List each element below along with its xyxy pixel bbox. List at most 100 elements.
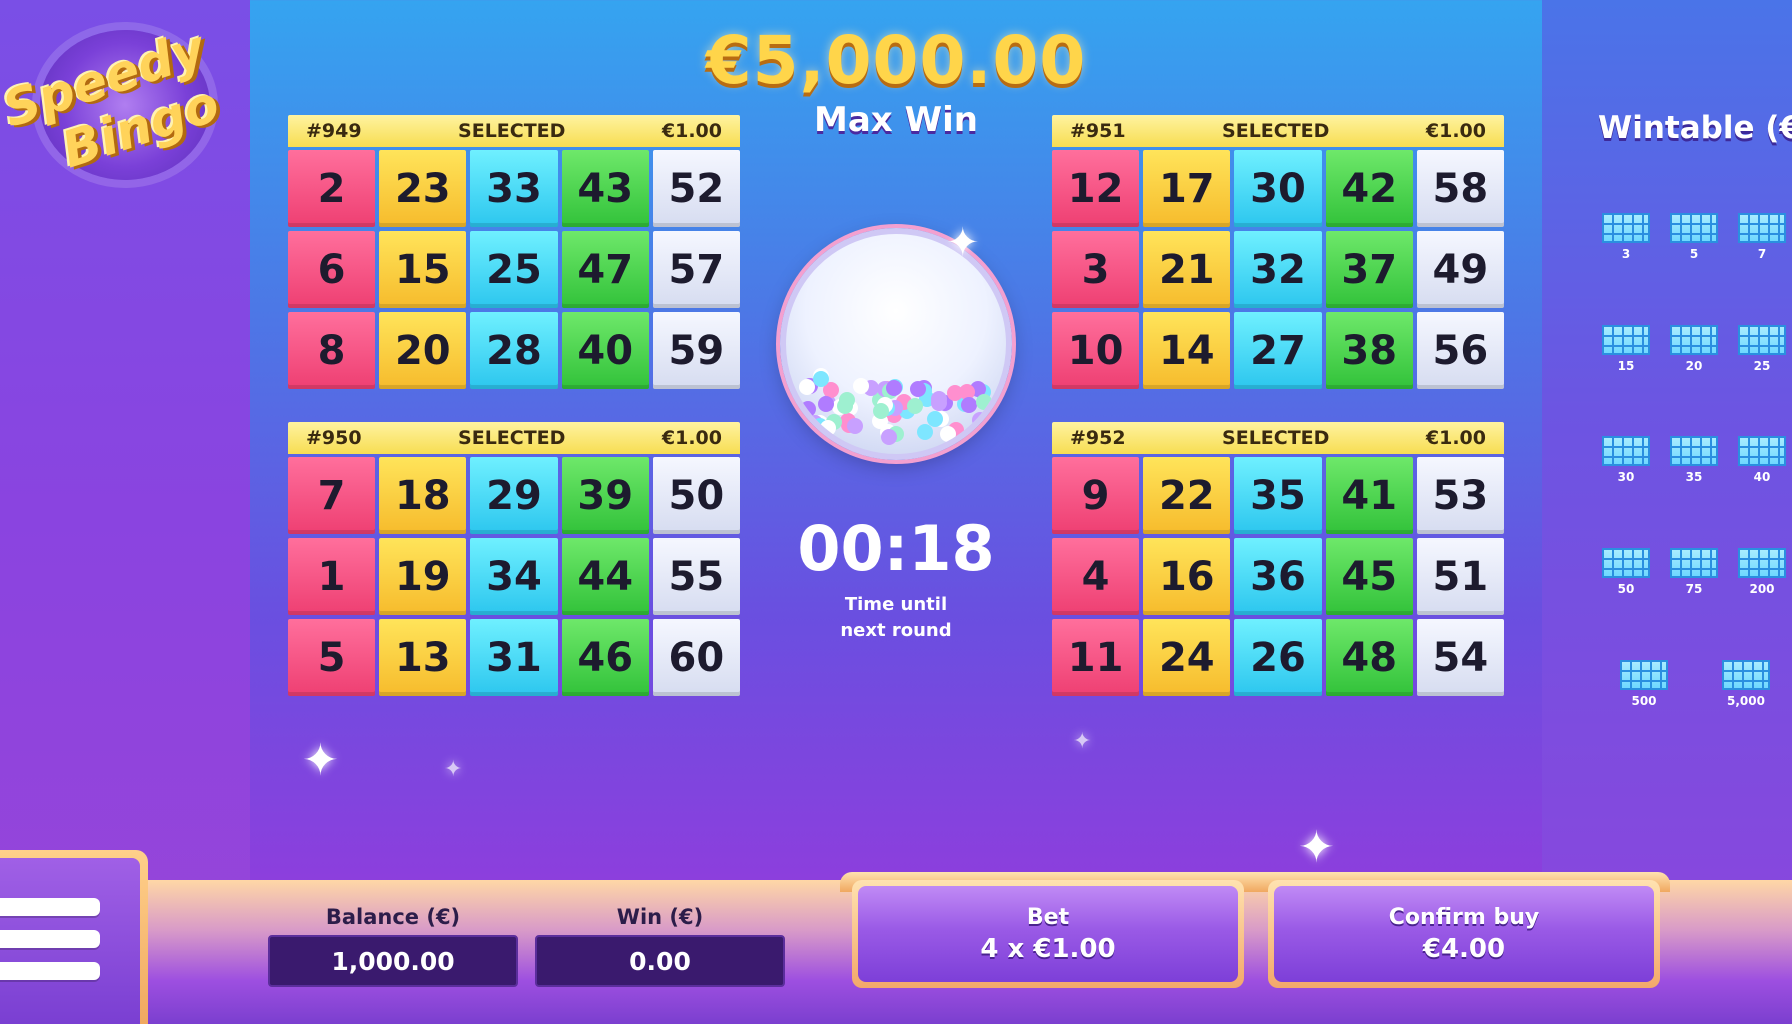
bingo-number-cell: 28 bbox=[470, 312, 558, 389]
bingo-ball bbox=[906, 398, 923, 415]
bingo-number-cell: 42 bbox=[1325, 150, 1413, 227]
bingo-number-cell: 33 bbox=[470, 150, 558, 227]
max-win-amount: €5,000.00 bbox=[705, 22, 1087, 99]
bingo-ball bbox=[880, 429, 897, 446]
pattern-icon bbox=[1670, 325, 1718, 355]
bingo-number-cell: 13 bbox=[379, 619, 467, 696]
balance-label: Balance (€) bbox=[325, 905, 461, 929]
bingo-number-cell: 58 bbox=[1416, 150, 1504, 227]
timer-label-line2: next round bbox=[840, 620, 952, 641]
bingo-number-cell: 47 bbox=[561, 231, 649, 308]
pattern-icon bbox=[1722, 660, 1770, 690]
pattern-icon bbox=[1670, 548, 1718, 578]
pattern-icon bbox=[1738, 325, 1786, 355]
balance-value: 1,000.00 bbox=[268, 935, 518, 987]
bingo-number-cell: 60 bbox=[652, 619, 740, 696]
pattern-icon bbox=[1670, 213, 1718, 243]
wintable-entry: 50 bbox=[1598, 548, 1654, 596]
card-header: #950 SELECTED €1.00 bbox=[288, 422, 740, 454]
bingo-ball bbox=[961, 397, 978, 414]
bingo-number-cell: 23 bbox=[379, 150, 467, 227]
sparkle-icon: ✦ bbox=[946, 220, 980, 266]
bingo-number-cell: 40 bbox=[561, 312, 649, 389]
bet-button-frame: Bet 4 x €1.00 bbox=[852, 880, 1244, 988]
timer-label-line1: Time until bbox=[844, 594, 948, 615]
bingo-number-cell: 32 bbox=[1234, 231, 1322, 308]
bingo-card-951[interactable]: #951 SELECTED €1.00 12 17 30 42 58 3 21 32 37 49 10 14… bbox=[1052, 115, 1504, 389]
confirm-buy-button-frame: Confirm buy €4.00 bbox=[1268, 880, 1660, 988]
bingo-number-cell: 37 bbox=[1325, 231, 1413, 308]
wintable-entry: 75 bbox=[1666, 548, 1722, 596]
wintable-title: Wintable (€) bbox=[1598, 110, 1792, 146]
win-label: Win (€) bbox=[616, 905, 704, 929]
bingo-ball bbox=[885, 379, 902, 396]
bingo-number-cell: 43 bbox=[561, 150, 649, 227]
bingo-number-cell: 2 bbox=[288, 150, 376, 227]
bingo-number-cell: 8 bbox=[288, 312, 376, 389]
bingo-balls bbox=[798, 346, 994, 446]
round-timer: 00:18 bbox=[797, 512, 995, 585]
bingo-number-cell: 21 bbox=[1143, 231, 1231, 308]
card-id: #949 bbox=[306, 120, 362, 142]
wintable-entry: 35 bbox=[1666, 436, 1722, 484]
pattern-icon bbox=[1738, 213, 1786, 243]
wintable-entry: 15 bbox=[1598, 325, 1654, 373]
pattern-icon bbox=[1738, 436, 1786, 466]
bingo-number-cell: 38 bbox=[1325, 312, 1413, 389]
wintable-prize: 15 bbox=[1617, 359, 1635, 373]
bingo-number-cell: 31 bbox=[470, 619, 558, 696]
wintable-prize: 40 bbox=[1753, 470, 1771, 484]
hamburger-menu-icon[interactable] bbox=[0, 898, 102, 982]
card-price: €1.00 bbox=[1425, 120, 1486, 142]
wintable-entry: 200 bbox=[1734, 548, 1790, 596]
bet-button[interactable]: Bet 4 x €1.00 bbox=[858, 886, 1238, 982]
card-price: €1.00 bbox=[661, 427, 722, 449]
card-price: €1.00 bbox=[1425, 427, 1486, 449]
card-id: #951 bbox=[1070, 120, 1126, 142]
bingo-number-cell: 12 bbox=[1052, 150, 1140, 227]
card-header: #951 SELECTED €1.00 bbox=[1052, 115, 1504, 147]
bingo-number-cell: 59 bbox=[652, 312, 740, 389]
bet-button-value: 4 x €1.00 bbox=[980, 933, 1116, 964]
wintable-prize: 7 bbox=[1757, 247, 1767, 261]
bingo-ball bbox=[852, 377, 869, 394]
wintable-entry: 40 bbox=[1734, 436, 1790, 484]
bingo-number-cell: 25 bbox=[470, 231, 558, 308]
wintable-entry: 3 bbox=[1598, 213, 1654, 261]
sparkle-icon: ✦ bbox=[444, 757, 463, 782]
bingo-ball bbox=[916, 423, 933, 440]
bingo-number-cell: 30 bbox=[1234, 150, 1322, 227]
bingo-number-cell: 46 bbox=[561, 619, 649, 696]
confirm-buy-value: €4.00 bbox=[1422, 933, 1506, 964]
wintable-entry: 25 bbox=[1734, 325, 1790, 373]
card-status: SELECTED bbox=[458, 427, 566, 449]
wintable-prize: 50 bbox=[1617, 582, 1635, 596]
pattern-icon bbox=[1602, 325, 1650, 355]
bingo-number-cell: 6 bbox=[288, 231, 376, 308]
confirm-buy-button[interactable]: Confirm buy €4.00 bbox=[1274, 886, 1654, 982]
pattern-icon bbox=[1738, 548, 1786, 578]
pattern-icon bbox=[1602, 548, 1650, 578]
bingo-card-949[interactable]: #949 SELECTED €1.00 2 23 33 43 52 6 15 25 47 57 8 20 28… bbox=[288, 115, 740, 389]
bingo-number-cell: 26 bbox=[1234, 619, 1322, 696]
bingo-number-cell: 5 bbox=[288, 619, 376, 696]
bingo-ball bbox=[799, 400, 816, 417]
wintable-prize: 35 bbox=[1685, 470, 1703, 484]
bingo-number-cell: 10 bbox=[1052, 312, 1140, 389]
bingo-number-cell: 15 bbox=[379, 231, 467, 308]
sparkle-icon: ✦ bbox=[302, 735, 339, 786]
bingo-ball bbox=[930, 394, 947, 411]
wintable-prize: 5 bbox=[1689, 247, 1699, 261]
bingo-number-cell: 17 bbox=[1143, 150, 1231, 227]
timer-label: Time until next round bbox=[820, 592, 972, 644]
bet-button-label: Bet bbox=[1026, 904, 1070, 930]
confirm-buy-label: Confirm buy bbox=[1388, 904, 1540, 930]
bingo-number-cell: 24 bbox=[1143, 619, 1231, 696]
sparkle-icon: ✦ bbox=[1073, 729, 1092, 754]
wintable-prize: 5,000 bbox=[1727, 694, 1765, 708]
bingo-number-cell: 48 bbox=[1325, 619, 1413, 696]
bingo-ball bbox=[812, 370, 829, 387]
max-win-label: Max Win bbox=[814, 100, 978, 140]
wintable-prize: 30 bbox=[1617, 470, 1635, 484]
wintable-prize: 200 bbox=[1749, 582, 1775, 596]
